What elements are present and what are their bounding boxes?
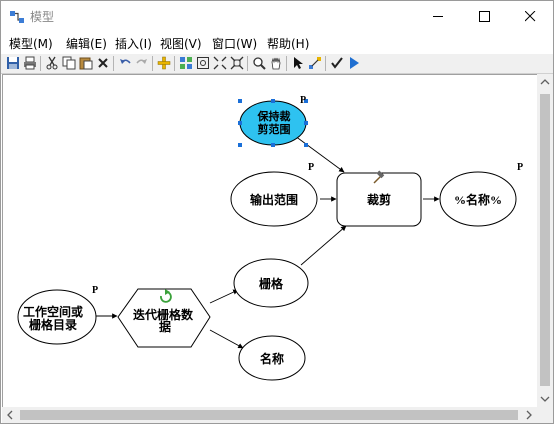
model-canvas[interactable]: 保持裁 剪范围 P 输出范围 P 裁剪 %名称% P 栅格 工作空间或 栅格目录… [2,74,537,408]
node-raster[interactable]: 栅格 [233,258,309,308]
menu-insert[interactable]: 插入(I) [115,35,152,52]
node-output-name[interactable]: %名称% P [439,162,523,227]
close-icon [525,11,536,22]
node-keep-clip-label-1: 保持裁 [257,109,291,123]
node-workspace-label-1: 工作空间或 [23,304,83,319]
node-raster-label: 栅格 [259,276,284,291]
zoom-out-fixed-icon[interactable] [230,56,244,70]
param-marker-output-name: P [517,162,523,173]
connector-raster-to-clip[interactable] [300,225,347,266]
model-diagram: 保持裁 剪范围 P 输出范围 P 裁剪 %名称% P 栅格 工作空间或 栅格目录… [17,95,523,381]
vertical-scroll-thumb[interactable] [540,94,550,386]
model-app-icon [10,11,24,23]
param-marker-output-extent: P [308,162,314,173]
menu-window[interactable]: 窗口(W) [212,35,257,52]
node-name[interactable]: 名称 [238,335,306,381]
node-iterator-label-2: 据 [159,319,171,334]
connector-iterator-to-raster[interactable] [209,289,239,304]
title-bar[interactable]: 模型 [1,1,553,32]
model-window: 模型 模型(M) 编辑(E) 插入(I) 视图(V) 窗口(W) 帮助(H) 保… [0,0,554,424]
undo-icon[interactable] [118,56,132,70]
node-clip-tool-label: 裁剪 [367,192,391,207]
scroll-up-icon[interactable] [540,79,550,85]
menu-help[interactable]: 帮助(H) [267,35,309,52]
node-workspace[interactable]: 工作空间或 栅格目录 P [17,285,98,345]
connect-icon[interactable] [308,56,322,70]
cut-icon[interactable] [45,56,59,70]
delete-icon[interactable] [96,56,110,70]
maximize-icon [479,11,490,22]
node-keep-clip-label-2: 剪范围 [258,122,291,136]
auto-layout-icon[interactable] [179,56,193,70]
node-iterate-rasters[interactable]: 迭代栅格数 据 [117,288,211,348]
node-output-name-label: %名称% [454,192,502,207]
run-icon[interactable] [347,56,361,70]
connector-iterator-to-name[interactable] [209,329,244,349]
node-output-extent[interactable]: 输出范围 P [230,162,318,227]
horizontal-scrollbar[interactable] [2,407,537,423]
select-icon[interactable] [291,56,305,70]
maximize-button[interactable] [461,1,507,32]
node-name-label: 名称 [260,351,284,366]
scroll-left-icon[interactable] [7,410,13,420]
scrollbar-corner [537,407,553,423]
close-button[interactable] [507,1,553,32]
copy-icon[interactable] [62,56,76,70]
param-marker-keep-clip: P [300,95,306,106]
menu-model[interactable]: 模型(M) [9,35,53,52]
zoom-icon[interactable] [252,56,266,70]
toolbar [1,54,553,74]
menu-edit[interactable]: 编辑(E) [66,35,107,52]
paste-icon[interactable] [79,56,93,70]
redo-icon[interactable] [135,56,149,70]
vertical-scrollbar[interactable] [537,74,553,407]
full-extent-icon[interactable] [196,56,210,70]
node-output-extent-label: 输出范围 [250,192,298,207]
node-workspace-label-2: 栅格目录 [29,317,77,332]
window-title: 模型 [30,10,55,24]
horizontal-scroll-thumb[interactable] [20,410,518,420]
minimize-icon [433,16,443,17]
minimize-button[interactable] [415,1,461,32]
pan-icon[interactable] [269,56,283,70]
param-marker-workspace: P [92,285,98,296]
scroll-down-icon[interactable] [540,396,550,402]
scroll-right-icon[interactable] [526,410,532,420]
save-icon[interactable] [6,56,20,70]
menu-view[interactable]: 视图(V) [160,35,202,52]
zoom-in-fixed-icon[interactable] [213,56,227,70]
node-keep-clip-extent[interactable]: 保持裁 剪范围 P [238,95,308,147]
validate-icon[interactable] [330,56,344,70]
connector-keep-to-clip[interactable] [290,132,345,173]
print-icon[interactable] [23,56,37,70]
menu-bar: 模型(M) 编辑(E) 插入(I) 视图(V) 窗口(W) 帮助(H) [1,32,553,53]
add-data-icon[interactable] [157,56,171,70]
node-clip-tool[interactable]: 裁剪 [336,170,422,227]
